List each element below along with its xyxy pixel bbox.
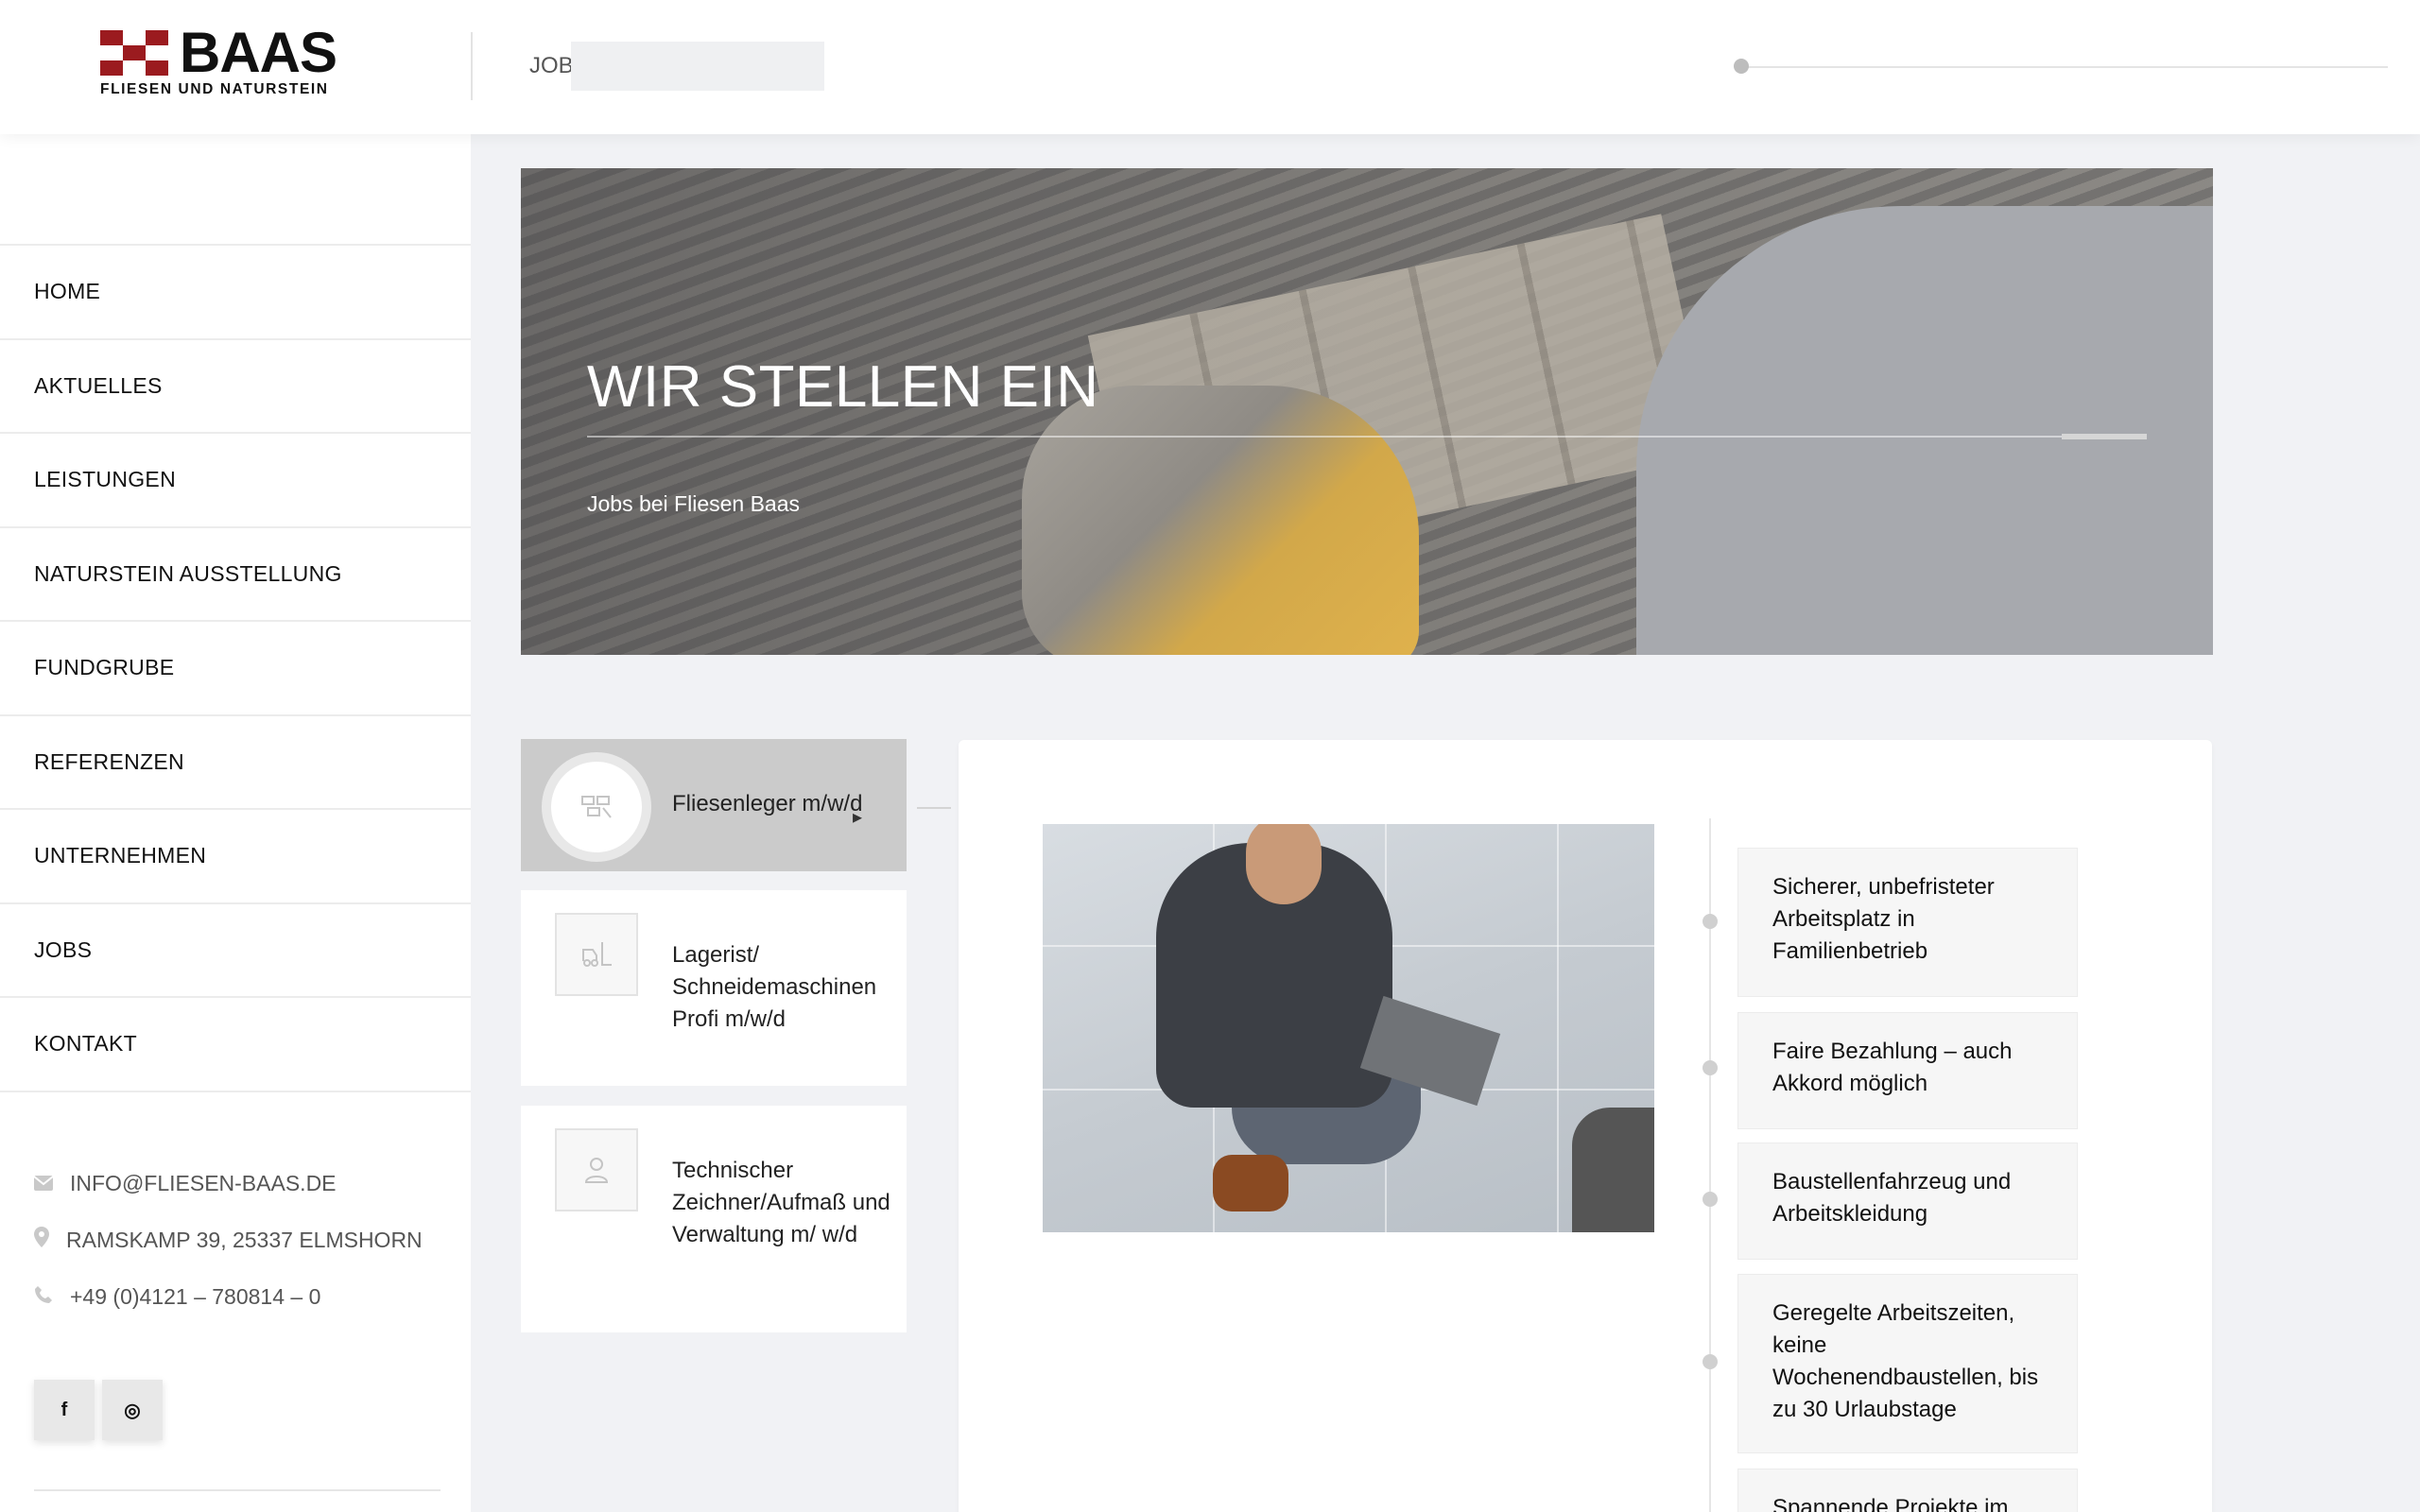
timeline-dot [1703,914,1718,929]
nav-item-home[interactable]: HOME [0,246,471,340]
timeline-dot [1703,1354,1718,1369]
map-pin-icon [34,1227,66,1253]
benefit-card: Baustellenfahrzeug und Arbeitskleidung [1737,1143,2078,1260]
job-tab-label: Fliesenleger m/w/d [672,791,863,816]
brand-logo[interactable]: BAAS FLIESEN UND NATURSTEIN [100,23,337,100]
hero-title: WIR STELLEN EIN [587,354,1099,420]
tiles-icon [542,752,651,862]
benefit-card: Geregelte Arbeitszeiten, keine Wochenend… [1737,1274,2078,1453]
job-tab-lagerist[interactable]: Lagerist/ Schneidemaschinen Profi m/w/d [521,890,907,1086]
instagram-icon[interactable]: ◎ [102,1380,163,1440]
job-tab-label: Technischer Zeichner/Aufmaß und Verwaltu… [672,1158,890,1247]
logo-checker-icon [100,30,168,76]
benefit-card: Spannende Projekte im [1737,1469,2078,1512]
top-header: BAAS FLIESEN UND NATURSTEIN JOBS [0,0,2420,134]
header-progress-handle[interactable] [1734,59,1749,74]
contact-phone[interactable]: +49 (0)4121 – 780814 – 0 [70,1284,320,1310]
header-search-input[interactable] [571,42,824,91]
nav-item-unternehmen[interactable]: UNTERNEHMEN [0,810,471,904]
contact-email[interactable]: INFO@FLIESEN-BAAS.DE [70,1171,337,1196]
drafter-icon [555,1128,638,1211]
contact-address: RAMSKAMP 39, 25337 ELMSHORN [66,1227,423,1252]
main-nav: HOME AKTUELLES LEISTUNGEN NATURSTEIN AUS… [0,244,471,1092]
job-tab-label: Lagerist/ Schneidemaschinen Profi m/w/d [672,942,877,1032]
contact-info: INFO@FLIESEN-BAAS.DE RAMSKAMP 39, 25337 … [33,1155,423,1325]
facebook-icon[interactable]: f [34,1380,95,1440]
logo-tagline: FLIESEN UND NATURSTEIN [100,81,329,97]
job-tab-fliesenleger[interactable]: Fliesenleger m/w/d ▸ [521,739,907,871]
header-divider [471,32,473,100]
logo-wordmark: BAAS [180,21,337,84]
forklift-icon [555,913,638,996]
hero-divider-accent [2062,434,2147,439]
job-tab-technischer-zeichner[interactable]: Technischer Zeichner/Aufmaß und Verwaltu… [521,1106,907,1332]
nav-item-naturstein-ausstellung[interactable]: NATURSTEIN AUSSTELLUNG [0,528,471,622]
sidebar: HOME AKTUELLES LEISTUNGEN NATURSTEIN AUS… [0,134,471,1512]
header-progress-track [1739,66,2388,68]
hero-banner: WIR STELLEN EIN Jobs bei Fliesen Baas [521,168,2213,655]
contact-address-row: RAMSKAMP 39, 25337 ELMSHORN [34,1211,423,1268]
benefit-card: Sicherer, unbefristeter Arbeitsplatz in … [1737,848,2078,997]
benefit-card: Faire Bezahlung – auch Akkord möglich [1737,1012,2078,1129]
nav-item-jobs[interactable]: JOBS [0,904,471,998]
timeline-dot [1703,1060,1718,1075]
timeline-dot [1703,1192,1718,1207]
phone-icon [34,1284,70,1310]
nav-item-referenzen[interactable]: REFERENZEN [0,716,471,810]
nav-item-leistungen[interactable]: LEISTUNGEN [0,434,471,528]
caret-right-icon: ▸ [853,807,863,828]
hero-subtitle: Jobs bei Fliesen Baas [587,491,801,516]
hero-image-glove [1022,386,1419,655]
nav-item-fundgrube[interactable]: FUNDGRUBE [0,622,471,716]
hero-image-worker [1636,206,2213,655]
envelope-icon [33,1171,70,1196]
sidebar-footer-divider [34,1489,441,1491]
contact-phone-row[interactable]: +49 (0)4121 – 780814 – 0 [34,1268,423,1325]
social-links: f ◎ [34,1380,163,1440]
contact-email-row[interactable]: INFO@FLIESEN-BAAS.DE [33,1155,423,1211]
tab-connector-line [917,807,951,809]
nav-item-aktuelles[interactable]: AKTUELLES [0,340,471,434]
hero-divider [587,436,2147,438]
nav-item-kontakt[interactable]: KONTAKT [0,998,471,1092]
job-photo [1043,824,1654,1232]
